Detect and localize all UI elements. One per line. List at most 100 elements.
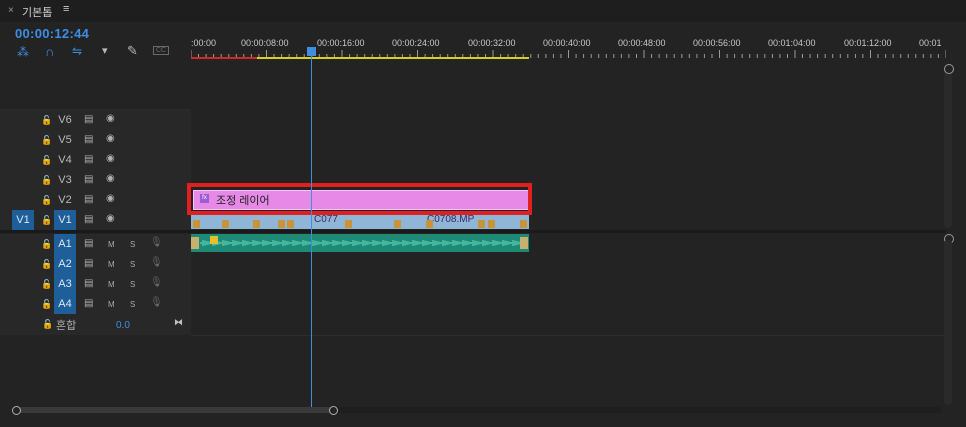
- lock-icon[interactable]: 🔓: [41, 135, 52, 146]
- add-marker-icon[interactable]: ▾: [102, 44, 108, 57]
- track-target-v1[interactable]: V1: [54, 210, 76, 230]
- mix-volume-value[interactable]: 0.0: [116, 320, 130, 331]
- timeline-panel: × 기본톱 ≡ 00:00:12:44 ⁂ ∩ ⇋ ▾ ✎ CC :00:00 0…: [0, 0, 966, 427]
- playhead-line[interactable]: [311, 52, 312, 407]
- lock-icon[interactable]: 🔓: [41, 115, 52, 126]
- clip-boundary-marker: [426, 220, 433, 228]
- sync-lock-icon[interactable]: ▤: [84, 298, 93, 309]
- lock-icon[interactable]: 🔓: [41, 239, 52, 250]
- eye-icon[interactable]: ◉: [106, 213, 115, 224]
- solo-button[interactable]: S: [130, 240, 135, 249]
- captions-icon[interactable]: CC: [153, 46, 170, 55]
- clip-boundary-marker: [278, 220, 285, 228]
- settings-wrench-icon[interactable]: ✎: [127, 43, 138, 59]
- horizontal-scroll-thumb[interactable]: [13, 407, 335, 413]
- lock-icon[interactable]: 🔓: [41, 259, 52, 270]
- eye-icon[interactable]: ◉: [106, 133, 115, 144]
- track-lane[interactable]: [191, 130, 946, 151]
- collapse-icon[interactable]: ⧓: [174, 317, 183, 328]
- audio-track-a4: 🔓 A4 ▤ M S 🎙: [0, 294, 946, 315]
- clip-boundary-marker: [478, 220, 485, 228]
- linked-selection-icon[interactable]: ⇋: [72, 44, 82, 58]
- track-target-v5[interactable]: V5: [54, 130, 76, 150]
- track-lane[interactable]: [191, 294, 946, 315]
- clip-boundary-marker: [222, 220, 229, 228]
- source-patch-v1[interactable]: V1: [12, 210, 34, 230]
- render-bar-yellow: [257, 57, 529, 59]
- lock-icon[interactable]: 🔓: [41, 215, 52, 226]
- sync-lock-icon[interactable]: ▤: [84, 258, 93, 269]
- mute-button[interactable]: M: [108, 300, 115, 309]
- track-target-v6[interactable]: V6: [54, 110, 76, 130]
- scroll-handle[interactable]: [944, 64, 954, 74]
- eye-icon[interactable]: ◉: [106, 113, 115, 124]
- lock-icon[interactable]: 🔓: [41, 279, 52, 290]
- microphone-icon[interactable]: 🎙: [150, 237, 163, 248]
- eye-icon[interactable]: ◉: [106, 193, 115, 204]
- mute-button[interactable]: M: [108, 240, 115, 249]
- sync-lock-icon[interactable]: ▤: [84, 194, 93, 205]
- video-vertical-scrollbar[interactable]: [944, 68, 952, 228]
- scroll-handle[interactable]: [12, 406, 21, 415]
- mute-button[interactable]: M: [108, 280, 115, 289]
- mix-label: 혼합: [56, 320, 77, 332]
- ruler-label: 00:01: [919, 38, 942, 48]
- ruler-label: 00:00:32:00: [468, 38, 516, 48]
- track-lane[interactable]: [191, 110, 946, 131]
- track-target-a2[interactable]: A2: [54, 254, 76, 274]
- audio-track-a2: 🔓 A2 ▤ M S 🎙: [0, 254, 946, 275]
- track-target-a1[interactable]: A1: [54, 234, 76, 254]
- microphone-icon[interactable]: 🎙: [150, 277, 163, 288]
- clip-label: C0708.MP: [427, 214, 475, 225]
- sync-lock-icon[interactable]: ▤: [84, 154, 93, 165]
- playhead-handle[interactable]: [307, 47, 316, 56]
- sync-lock-icon[interactable]: ▤: [84, 214, 93, 225]
- video-audio-divider: [0, 230, 946, 233]
- ruler-label: :00:00: [191, 38, 217, 48]
- clip-boundary-marker: [253, 220, 260, 228]
- solo-button[interactable]: S: [130, 280, 135, 289]
- video-track-v4: 🔓 V4 ▤ ◉: [0, 150, 946, 171]
- eye-icon[interactable]: ◉: [106, 153, 115, 164]
- track-target-v4[interactable]: V4: [54, 150, 76, 170]
- a1-audio-clip[interactable]: [191, 234, 529, 252]
- track-target-a3[interactable]: A3: [54, 274, 76, 294]
- solo-button[interactable]: S: [130, 260, 135, 269]
- lock-icon[interactable]: 🔓: [42, 319, 53, 330]
- lock-icon[interactable]: 🔓: [41, 175, 52, 186]
- ruler-label: 00:00:56:00: [693, 38, 741, 48]
- track-lane[interactable]: [191, 254, 946, 275]
- mute-button[interactable]: M: [108, 260, 115, 269]
- track-lane[interactable]: [191, 274, 946, 295]
- render-bar-red: [191, 57, 257, 59]
- lock-icon[interactable]: 🔓: [41, 195, 52, 206]
- lock-icon[interactable]: 🔓: [41, 299, 52, 310]
- playhead-timecode[interactable]: 00:00:12:44: [15, 26, 89, 41]
- clip-boundary-marker: [345, 220, 352, 228]
- solo-button[interactable]: S: [130, 300, 135, 309]
- track-target-a4[interactable]: A4: [54, 294, 76, 314]
- audio-vertical-scrollbar[interactable]: [944, 240, 952, 405]
- sync-lock-icon[interactable]: ▤: [84, 238, 93, 249]
- sequence-tab-title[interactable]: 기본톱: [22, 4, 52, 20]
- sync-lock-icon[interactable]: ▤: [84, 134, 93, 145]
- close-icon[interactable]: ×: [8, 5, 14, 16]
- eye-icon[interactable]: ◉: [106, 173, 115, 184]
- track-target-v2[interactable]: V2: [54, 190, 76, 210]
- microphone-icon[interactable]: 🎙: [150, 257, 163, 268]
- track-target-v3[interactable]: V3: [54, 170, 76, 190]
- clip-boundary-marker: [488, 220, 495, 228]
- ruler-label: 00:00:16:00: [317, 38, 365, 48]
- ruler-label: 00:01:04:00: [768, 38, 816, 48]
- microphone-icon[interactable]: 🎙: [150, 297, 163, 308]
- nest-toggle-icon[interactable]: ⁂: [17, 45, 29, 59]
- track-lane[interactable]: [191, 150, 946, 171]
- scroll-handle[interactable]: [329, 406, 338, 415]
- sync-lock-icon[interactable]: ▤: [84, 114, 93, 125]
- panel-menu-icon[interactable]: ≡: [63, 3, 69, 15]
- lock-icon[interactable]: 🔓: [41, 155, 52, 166]
- sync-lock-icon[interactable]: ▤: [84, 278, 93, 289]
- snap-icon[interactable]: ∩: [45, 44, 54, 59]
- sync-lock-icon[interactable]: ▤: [84, 174, 93, 185]
- time-ruler[interactable]: :00:00 00:00:08:00 00:00:16:00 00:00:24:00 0…: [191, 32, 946, 60]
